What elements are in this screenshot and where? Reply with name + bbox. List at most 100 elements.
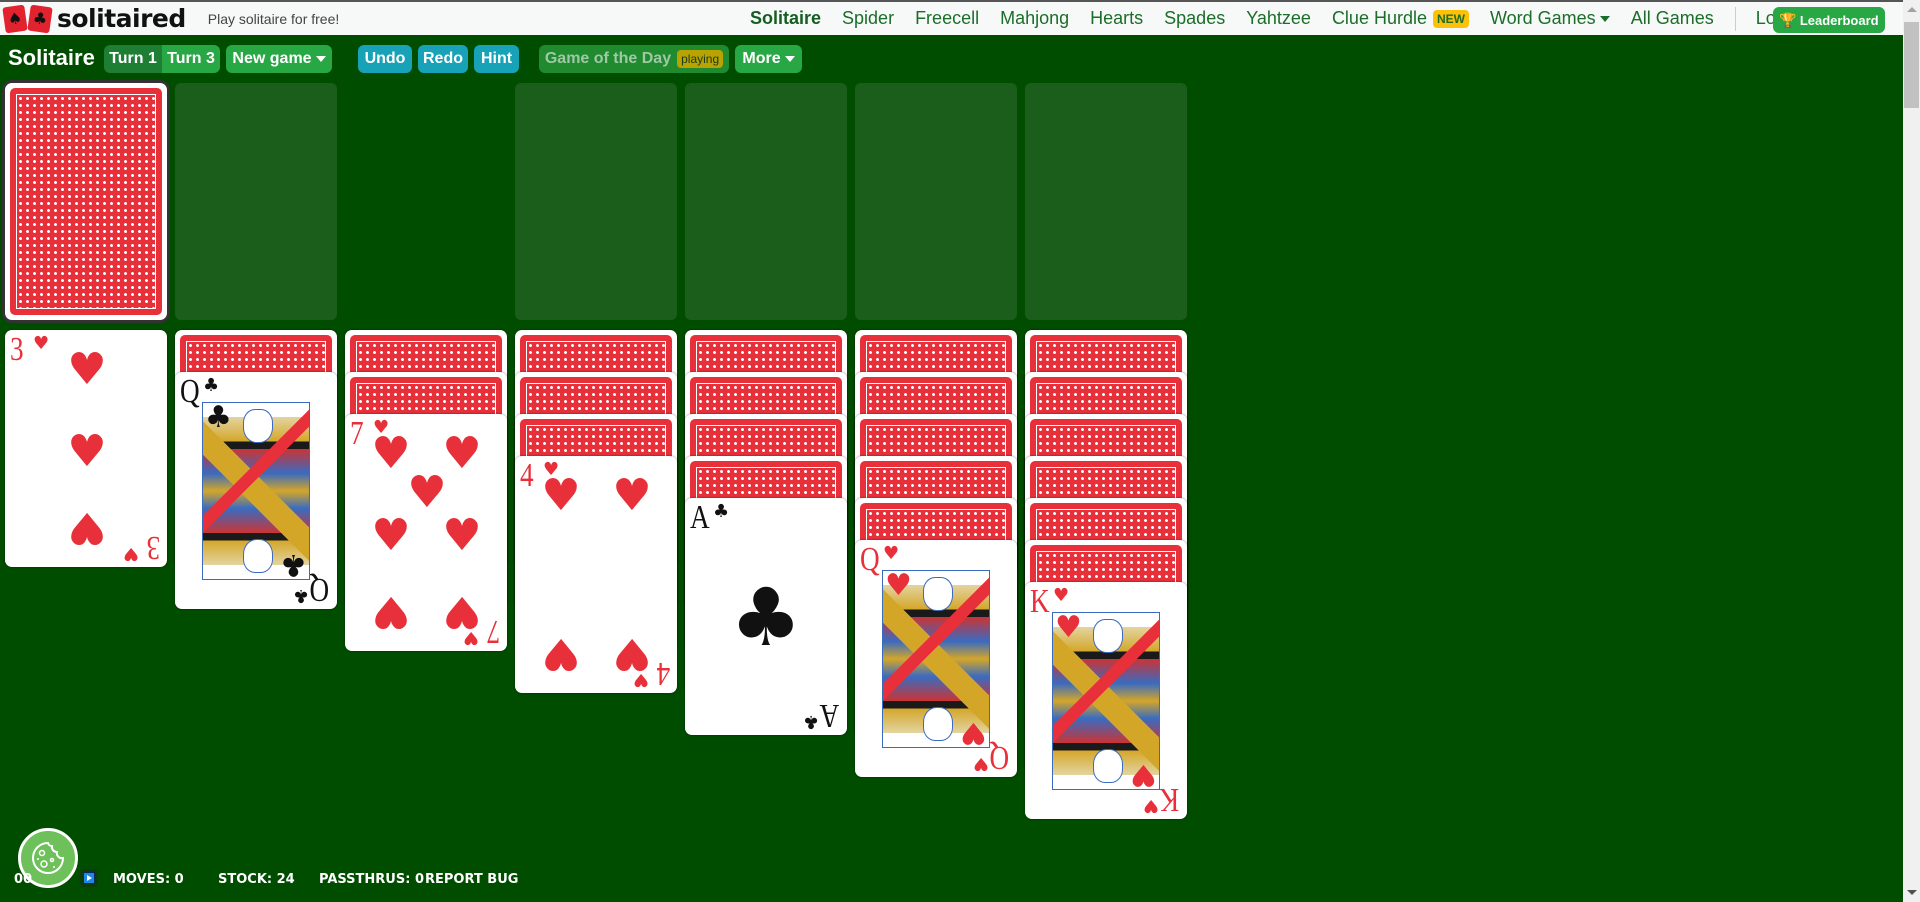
nav-word-games-dropdown[interactable]: Word Games [1490,8,1610,29]
card-pip-icon: ♥ [541,628,581,679]
nav-clue-hurdle[interactable]: Clue Hurdle NEW [1332,8,1469,29]
card-suit-icon: ♣ [280,547,307,580]
foundation-slot[interactable] [855,83,1017,320]
chevron-down-icon [784,56,795,62]
playing-badge: playing [677,50,724,68]
card-pip-icon: ♥ [67,344,107,395]
card-rank: 3 [10,331,24,368]
card-pip-icon: ♥ [442,510,482,561]
stock-counter: STOCK: 24 [218,872,295,887]
card-pip-icon: ♥ [371,510,411,561]
scrollbar-thumb[interactable] [1904,22,1919,108]
cookie-icon [32,841,65,874]
hint-button[interactable]: Hint [474,45,519,73]
tableau-card[interactable]: A ♣ A ♣ ♣ [685,498,847,735]
foundation-slot[interactable] [1025,83,1187,320]
nav-yahtzee[interactable]: Yahtzee [1246,8,1311,29]
passthrus-counter: PASSTHRUS: 0 [319,872,424,887]
card-suit-icon: ♣ [802,711,819,732]
tagline: Play solitaire for free! [207,10,340,27]
top-navigation: ♠ ♣ solitaired Play solitaire for free! … [0,0,1903,35]
nav-spider[interactable]: Spider [842,8,894,29]
foundation-slot[interactable] [515,83,677,320]
nav-hearts[interactable]: Hearts [1090,8,1143,29]
card-rank: 3 [146,529,161,566]
card-pip-icon: ♥ [371,586,411,637]
card-pip-icon: ♥ [407,467,447,518]
card-pip-icon: ♥ [67,502,107,553]
face-card-artwork: ♥ ♥ [1052,612,1160,790]
leaderboard-button[interactable]: 🏆 Leaderboard [1773,7,1885,33]
tableau-card[interactable]: 4 ♥ 4 ♥ ♥ ♥ ♥ ♥ [515,456,677,693]
card-pip-icon: ♥ [541,470,581,521]
card-rank: Q [989,739,1010,776]
timer: 00 [14,872,33,887]
card-suit-icon: ♥ [1142,795,1159,816]
card-suit-icon: ♥ [960,715,987,748]
card-suit-icon: ♣ [292,585,309,606]
logo-text: solitaired [57,4,186,33]
card-rank: 7 [350,415,364,452]
card-suit-icon: ♥ [972,753,989,774]
new-badge: NEW [1432,9,1469,28]
card-suit-icon: ♥ [1053,585,1070,606]
card-rank: 7 [486,613,501,650]
card-rank: 4 [520,457,534,494]
nav-freecell[interactable]: Freecell [915,8,979,29]
face-card-artwork: ♥ ♥ [882,570,990,748]
card-rank: A [819,697,840,734]
card-rank: 4 [656,655,671,692]
game-title: Solitaire [8,45,95,70]
card-suit-icon: ♣ [713,501,730,522]
report-bug-link[interactable]: REPORT BUG [425,872,518,887]
card-pip-icon: ♥ [612,470,652,521]
turn-3-button[interactable]: Turn 3 [162,45,220,73]
face-card-artwork: ♣ ♣ [202,402,310,580]
tableau-card[interactable]: Q ♣ Q ♣ ♣ ♣ [175,372,337,609]
status-bar: 00 MOVES: 0 STOCK: 24 PASSTHRUS: 0 REPOR… [0,869,600,892]
card-suit-icon: ♣ [203,375,220,396]
card-suit-icon: ♥ [1055,612,1082,645]
tableau-card[interactable]: 3 ♥ 3 ♥ ♥ ♥ ♥ [5,330,167,567]
card-rank: Q [180,373,200,410]
card-rank: K [1159,781,1180,818]
new-game-button[interactable]: New game [226,45,332,73]
tableau-card[interactable]: Q ♥ Q ♥ ♥ ♥ [855,540,1017,777]
waste-pile[interactable] [175,83,337,320]
nav-solitaire[interactable]: Solitaire [750,8,821,29]
scroll-down-arrow-icon[interactable] [1907,890,1917,895]
logo-cards-icon: ♠ ♣ [2,4,53,33]
card-rank: A [690,499,710,536]
play-timer-button[interactable] [80,869,98,887]
tableau-card[interactable]: K ♥ K ♥ ♥ ♥ [1025,582,1187,819]
nav-spades[interactable]: Spades [1164,8,1225,29]
stock-pile[interactable] [5,83,167,320]
turn-mode-toggle[interactable]: Turn 1 Turn 3 [104,45,220,73]
more-button[interactable]: More [735,45,802,73]
trophy-icon: 🏆 [1779,11,1797,28]
game-toolbar: Solitaire Turn 1 Turn 3 New game Undo Re… [0,43,1900,75]
card-rank: Q [309,571,330,608]
card-suit-icon: ♣ [205,402,232,435]
card-rank: K [1030,583,1050,620]
card-suit-icon: ♣ [730,571,802,664]
chevron-down-icon [1599,15,1610,22]
card-pip-icon: ♥ [67,426,107,477]
undo-button[interactable]: Undo [358,45,412,73]
logo[interactable]: ♠ ♣ solitaired [2,4,186,33]
card-rank: Q [860,541,880,578]
nav-divider [1734,6,1736,31]
redo-button[interactable]: Redo [418,45,468,73]
game-of-the-day-button[interactable]: Game of the Day playing [539,45,729,73]
turn-1-button[interactable]: Turn 1 [104,45,162,73]
tableau-card[interactable]: 7 ♥ 7 ♥ ♥ ♥ ♥ ♥ ♥ ♥ ♥ [345,414,507,651]
moves-counter: MOVES: 0 [113,872,184,887]
foundation-slot[interactable] [685,83,847,320]
card-suit-icon: ♥ [883,543,900,564]
scroll-up-arrow-icon[interactable] [1907,7,1917,12]
nav-all-games[interactable]: All Games [1631,8,1714,29]
card-suit-icon: ♥ [122,543,139,564]
page-scrollbar[interactable] [1903,0,1920,902]
card-pip-icon: ♥ [612,628,652,679]
nav-mahjong[interactable]: Mahjong [1000,8,1069,29]
